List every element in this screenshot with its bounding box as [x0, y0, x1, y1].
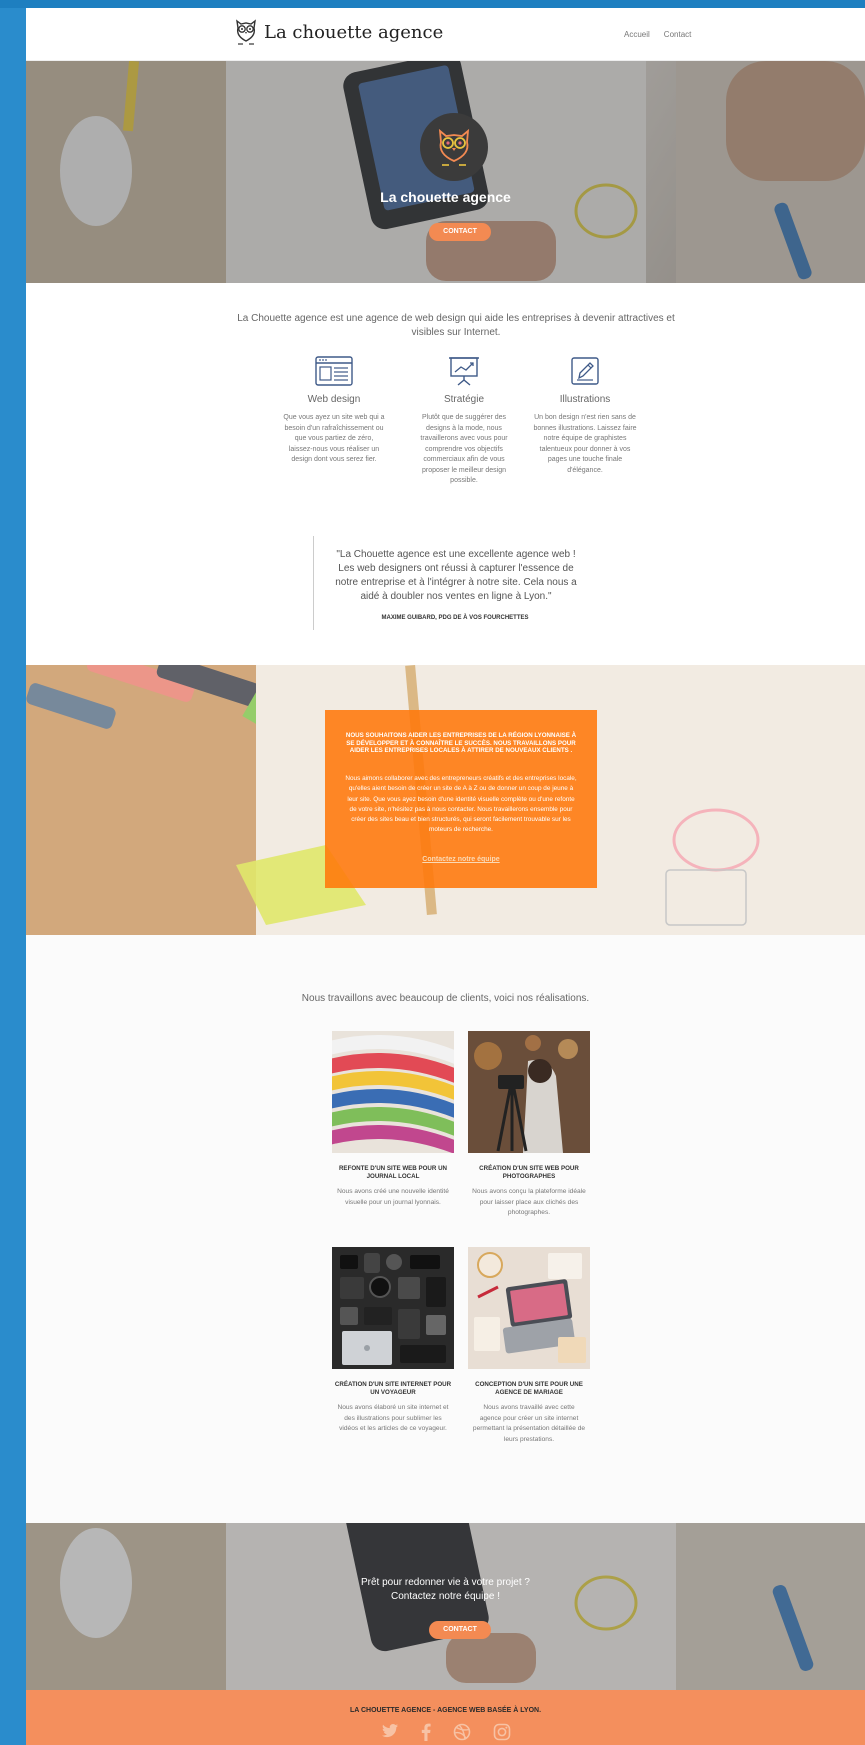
work-title: CRÉATION D'UN SITE WEB POUR PHOTOGRAPHES: [479, 1165, 579, 1180]
site-header: La chouette agence Accueil Contact: [26, 8, 865, 61]
pencil-edit-icon: [571, 357, 599, 385]
owl-icon: [438, 128, 470, 166]
site-footer: LA CHOUETTE AGENCE - AGENCE WEB BASÉE À …: [26, 1690, 865, 1745]
cta-text: Prêt pour redonner vie à votre projet ? …: [26, 1576, 865, 1604]
instagram-icon[interactable]: [493, 1723, 511, 1745]
mission-section: NOUS SOUHAITONS AIDER LES ENTREPRISES DE…: [26, 665, 865, 935]
owl-logo-icon: [236, 19, 256, 45]
presentation-chart-icon: [449, 357, 479, 386]
browser-window-icon: [315, 356, 353, 386]
work-description: Nous avons élaboré un site internet et d…: [337, 1404, 449, 1432]
service-title: Illustrations: [559, 394, 611, 405]
work-title: CONCEPTION D'UN SITE POUR UNE AGENCE DE …: [475, 1381, 583, 1396]
social-links: [26, 1723, 865, 1745]
works-intro: Nous travaillons avec beaucoup de client…: [301, 993, 590, 1004]
work-description: Nous avons créé une nouvelle identité vi…: [337, 1188, 449, 1206]
browser-top-stripe: [0, 0, 865, 8]
twitter-icon[interactable]: [381, 1723, 399, 1745]
testimonial-quote: "La Chouette agence est une excellente a…: [335, 549, 577, 602]
nav-link-accueil[interactable]: Accueil: [624, 30, 650, 39]
main-nav: Accueil Contact: [624, 30, 691, 39]
work-item[interactable]: CRÉATION D'UN SITE INTERNET POUR UN VOYA…: [332, 1247, 454, 1435]
cta-line-1: Prêt pour redonner vie à votre projet ?: [361, 1577, 530, 1588]
service-description: Un bon design n'est rien sans de bonnes …: [533, 414, 637, 474]
nav-link-contact[interactable]: Contact: [664, 30, 692, 39]
testimonial-author: MAXIME GUIBARD, PDG DE À VOS FOURCHETTES: [381, 615, 529, 621]
facebook-icon[interactable]: [421, 1723, 431, 1745]
intro-text: La Chouette agence est une agence de web…: [237, 313, 675, 338]
work-item[interactable]: CRÉATION D'UN SITE WEB POUR PHOTOGRAPHES…: [468, 1031, 590, 1219]
cta-section: Prêt pour redonner vie à votre projet ? …: [26, 1523, 865, 1690]
hero-owl-badge: [420, 113, 488, 181]
service-title: Stratégie: [443, 394, 485, 405]
cta-line-2: Contactez notre équipe !: [391, 1591, 500, 1602]
work-title: REFONTE D'UN SITE WEB POUR UN JOURNAL LO…: [338, 1165, 448, 1180]
footer-text: LA CHOUETTE AGENCE - AGENCE WEB BASÉE À …: [349, 1707, 542, 1714]
photographer-photo: [468, 1031, 590, 1153]
hero-title: La chouette agence: [380, 189, 511, 205]
cta-contact-button[interactable]: CONTACT: [429, 1621, 491, 1639]
service-description: Que vous ayez un site web qui a besoin d…: [283, 414, 385, 463]
service-illustrations: Illustrations Un bon design n'est rien s…: [533, 356, 637, 476]
magazines-photo: [332, 1031, 454, 1153]
contact-team-link[interactable]: Contactez notre équipe: [343, 856, 579, 863]
service-web-design: Web design Que vous ayez un site web qui…: [282, 356, 386, 466]
work-description: Nous avons conçu la plateforme idéale po…: [472, 1188, 586, 1216]
hero-banner: La chouette agence CONTACT: [26, 61, 865, 283]
page: La chouette agence Accueil Contact La ch…: [26, 8, 865, 1745]
mission-box: NOUS SOUHAITONS AIDER LES ENTREPRISES DE…: [325, 710, 597, 888]
site-logo[interactable]: La chouette agence: [234, 18, 443, 46]
service-description: Plutôt que de suggérer des designs à la …: [420, 414, 508, 484]
dribbble-icon[interactable]: [453, 1723, 471, 1745]
mission-body: Nous aimons collaborer avec des entrepre…: [345, 775, 577, 834]
laptop-desk-photo: [468, 1247, 590, 1369]
work-title: CRÉATION D'UN SITE INTERNET POUR UN VOYA…: [334, 1381, 452, 1396]
service-title: Web design: [307, 394, 361, 405]
works-section: Nous travaillons avec beaucoup de client…: [26, 935, 865, 1523]
logo-text: La chouette agence: [264, 21, 444, 43]
work-item[interactable]: REFONTE D'UN SITE WEB POUR UN JOURNAL LO…: [332, 1031, 454, 1208]
work-description: Nous avons travaillé avec cette agence p…: [472, 1404, 586, 1443]
travel-gear-photo: [332, 1247, 454, 1369]
work-item[interactable]: CONCEPTION D'UN SITE POUR UNE AGENCE DE …: [468, 1247, 590, 1445]
mission-heading: NOUS SOUHAITONS AIDER LES ENTREPRISES DE…: [345, 732, 577, 754]
cta-overlay: [26, 1523, 865, 1690]
service-strategie: Stratégie Plutôt que de suggérer des des…: [412, 356, 516, 487]
hero-contact-button[interactable]: CONTACT: [429, 223, 491, 241]
